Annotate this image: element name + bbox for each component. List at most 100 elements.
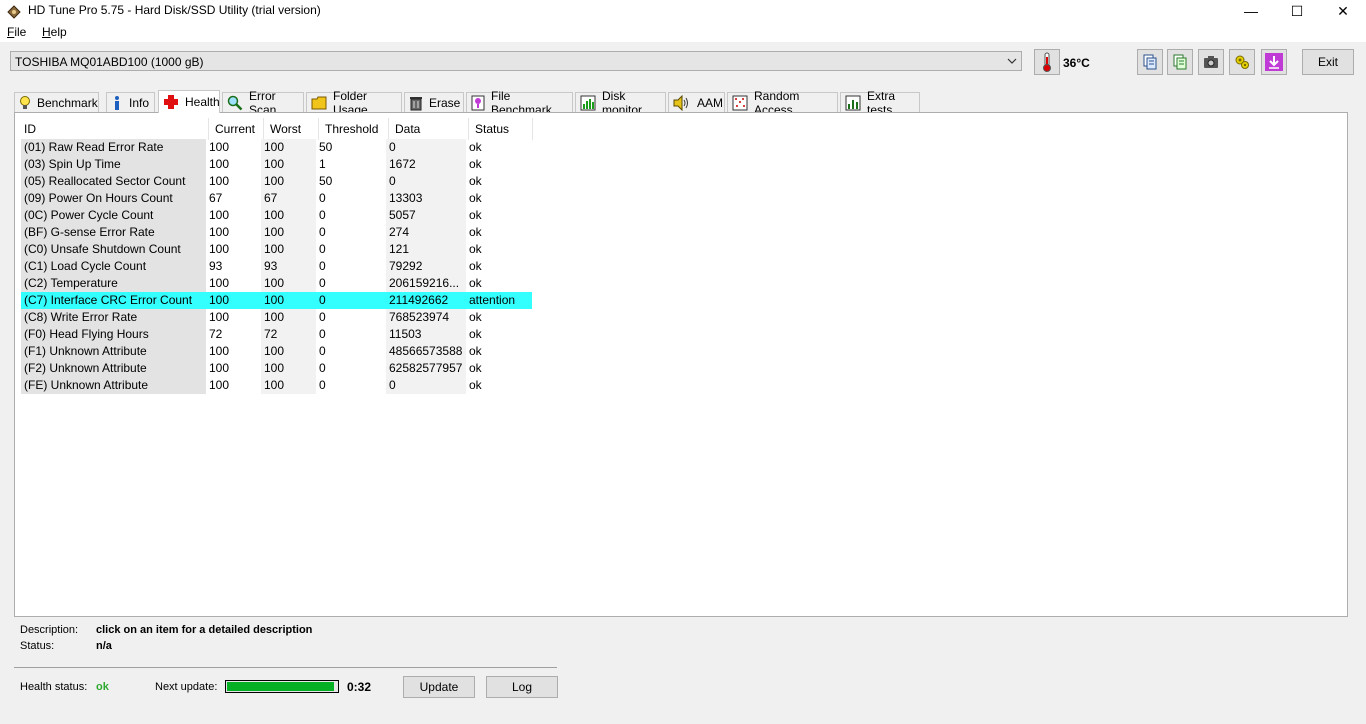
cell-id: (05) Reallocated Sector Count <box>21 173 206 190</box>
column-header-current[interactable]: Current <box>209 118 264 140</box>
table-row[interactable]: (C7) Interface CRC Error Count 100 100 0 211… <box>21 292 532 309</box>
cell-id: (C7) Interface CRC Error Count <box>21 292 206 309</box>
cell-id: (BF) G-sense Error Rate <box>21 224 206 241</box>
cell-data: 11503 <box>386 326 466 343</box>
temperature-button[interactable] <box>1034 49 1060 75</box>
download-button[interactable] <box>1261 49 1287 75</box>
tab-label: AAM <box>697 95 724 110</box>
menu-file[interactable]: File <box>7 25 26 39</box>
table-row[interactable]: (F2) Unknown Attribute 100 100 0 62582577957… <box>21 360 532 377</box>
speaker-icon <box>673 94 688 111</box>
tab-benchmark[interactable]: Benchmark <box>14 92 99 112</box>
tab-label: Info <box>129 95 150 110</box>
cell-status: ok <box>469 225 482 239</box>
next-update-time: 0:32 <box>347 680 372 694</box>
table-row[interactable]: (01) Raw Read Error Rate 100 100 50 0 ok <box>21 139 532 156</box>
cell-status: ok <box>469 208 482 222</box>
cell-id: (F1) Unknown Attribute <box>21 343 206 360</box>
lightbulb-icon <box>20 95 30 109</box>
table-row[interactable]: (BF) G-sense Error Rate 100 100 0 274 ok <box>21 224 532 241</box>
table-row[interactable]: (FE) Unknown Attribute 100 100 0 0 ok <box>21 377 532 394</box>
thermometer-icon <box>1043 52 1051 72</box>
tab-health[interactable]: Health <box>158 90 220 113</box>
table-row[interactable]: (09) Power On Hours Count 67 67 0 13303 ok <box>21 190 532 207</box>
update-button[interactable]: Update <box>403 676 475 698</box>
column-header-status[interactable]: Status <box>469 118 533 140</box>
extra-tests-icon <box>845 95 861 110</box>
drive-select-value: TOSHIBA MQ01ABD100 (1000 gB) <box>15 55 204 69</box>
maximize-button[interactable]: ☐ <box>1274 0 1320 22</box>
copy-info-button[interactable] <box>1137 49 1163 75</box>
cell-threshold: 0 <box>316 292 386 309</box>
cell-current: 100 <box>209 378 230 392</box>
tab-erase[interactable]: Erase <box>404 92 464 112</box>
description-label: Description: <box>20 624 79 636</box>
log-button[interactable]: Log <box>486 676 558 698</box>
cell-worst: 100 <box>261 343 316 360</box>
table-row[interactable]: (F0) Head Flying Hours 72 72 0 11503 ok <box>21 326 532 343</box>
menu-help-accel: H <box>42 25 51 39</box>
table-row[interactable]: (C8) Write Error Rate 100 100 0 768523974 ok <box>21 309 532 326</box>
cell-threshold: 0 <box>319 276 326 290</box>
copy-all-button[interactable] <box>1167 49 1193 75</box>
close-button[interactable]: ✕ <box>1320 0 1366 22</box>
cell-id: (09) Power On Hours Count <box>21 190 206 207</box>
cell-id: (03) Spin Up Time <box>21 156 206 173</box>
tab-extra-tests[interactable]: Extra tests <box>840 89 920 117</box>
table-row[interactable]: (05) Reallocated Sector Count 100 100 50 0 ok <box>21 173 532 190</box>
cell-worst: 100 <box>261 173 316 190</box>
cell-worst: 100 <box>261 292 316 309</box>
disk-monitor-icon <box>580 95 596 110</box>
table-row[interactable]: (0C) Power Cycle Count 100 100 0 5057 ok <box>21 207 532 224</box>
column-header-id[interactable]: ID <box>18 118 209 140</box>
minimize-button[interactable]: — <box>1228 0 1274 22</box>
cell-data: 13303 <box>386 190 466 207</box>
cell-worst: 100 <box>261 309 316 326</box>
tab-random-access[interactable]: Random Access <box>727 89 838 117</box>
cell-status: ok <box>469 191 482 205</box>
separator <box>14 667 557 668</box>
cell-worst: 100 <box>261 207 316 224</box>
tab-error-scan[interactable]: Error Scan <box>222 89 304 117</box>
cell-current: 100 <box>206 292 261 309</box>
tab-disk-monitor[interactable]: Disk monitor <box>575 89 666 117</box>
cell-current: 100 <box>209 208 230 222</box>
cell-status: attention <box>466 292 532 309</box>
next-update-label: Next update: <box>155 681 218 693</box>
cell-id: (FE) Unknown Attribute <box>21 377 206 394</box>
cell-data: 0 <box>386 139 466 156</box>
status-label: Status: <box>20 640 55 652</box>
tab-file-benchmark[interactable]: File Benchmark <box>466 89 573 117</box>
table-row[interactable]: (C0) Unsafe Shutdown Count 100 100 0 121 ok <box>21 241 532 258</box>
options-button[interactable] <box>1229 49 1255 75</box>
table-row[interactable]: (C2) Temperature 100 100 0 206159216... ok <box>21 275 532 292</box>
table-row[interactable]: (F1) Unknown Attribute 100 100 0 48566573588… <box>21 343 532 360</box>
magnifier-icon <box>227 95 243 110</box>
copy-all-icon <box>1173 54 1187 70</box>
trash-icon <box>410 96 422 110</box>
cell-status: ok <box>469 276 482 290</box>
cell-status: ok <box>469 157 482 171</box>
column-header-data[interactable]: Data <box>389 118 469 140</box>
cell-status: ok <box>469 242 482 256</box>
description-value: click on an item for a detailed descript… <box>96 624 313 636</box>
table-row[interactable]: (03) Spin Up Time 100 100 1 1672 ok <box>21 156 532 173</box>
column-header-threshold[interactable]: Threshold <box>319 118 389 140</box>
screenshot-button[interactable] <box>1198 49 1224 75</box>
tab-aam[interactable]: AAM <box>668 92 725 112</box>
minimize-icon: — <box>1244 3 1258 19</box>
cell-worst: 100 <box>261 224 316 241</box>
cell-threshold: 0 <box>319 327 326 341</box>
tab-folder-usage[interactable]: Folder Usage <box>306 89 402 117</box>
menu-help[interactable]: Help <box>42 25 67 39</box>
drive-select[interactable]: TOSHIBA MQ01ABD100 (1000 gB) <box>10 51 1022 71</box>
cell-id: (F2) Unknown Attribute <box>21 360 206 377</box>
cell-threshold: 0 <box>319 242 326 256</box>
cell-status: ok <box>469 310 482 324</box>
tab-info[interactable]: Info <box>106 92 155 112</box>
column-header-worst[interactable]: Worst <box>264 118 319 140</box>
table-row[interactable]: (C1) Load Cycle Count 93 93 0 79292 ok <box>21 258 532 275</box>
exit-button[interactable]: Exit <box>1302 49 1354 75</box>
cell-id: (C8) Write Error Rate <box>21 309 206 326</box>
cell-data: 211492662 <box>386 292 466 309</box>
